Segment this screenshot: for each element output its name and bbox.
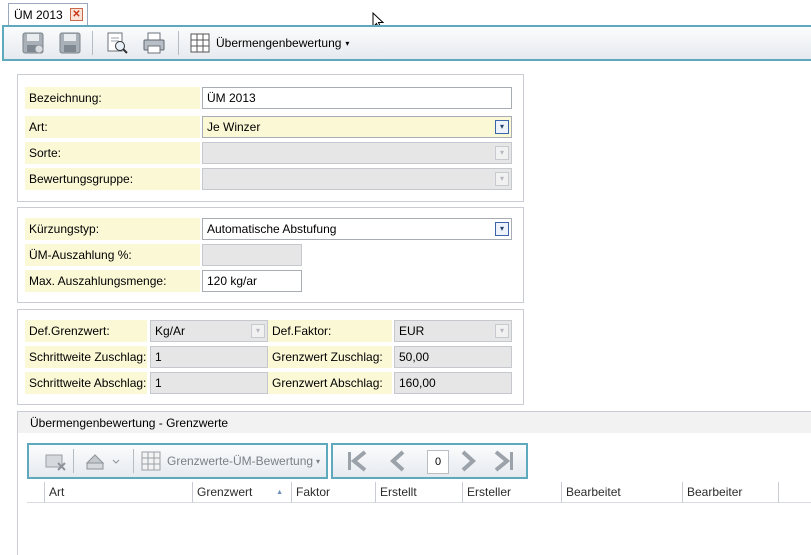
chevron-down-icon: ▾ bbox=[495, 146, 509, 160]
deffaktor-label: Def.Faktor: bbox=[268, 320, 392, 342]
printer-icon[interactable] bbox=[141, 31, 167, 55]
bewertungsgruppe-label: Bewertungsgruppe: bbox=[25, 168, 200, 190]
sw-abschlag-field[interactable]: 1 bbox=[150, 372, 268, 394]
bezeichnung-field[interactable]: ÜM 2013 bbox=[202, 87, 512, 109]
delete-row-icon[interactable] bbox=[43, 449, 69, 473]
column-header-bearbeiter[interactable]: Bearbeiter bbox=[682, 482, 778, 503]
toolbar-separator bbox=[92, 31, 93, 55]
toolbar-separator bbox=[178, 31, 179, 55]
bewertungsgruppe-select[interactable]: ▾ bbox=[202, 168, 512, 190]
column-header-grenzwert[interactable]: Grenzwert ▲ bbox=[192, 482, 291, 503]
kuerzungstyp-label: Kürzungstyp: bbox=[25, 218, 200, 240]
view-menu-label: Übermengenbewertung bbox=[216, 36, 342, 50]
gw-abschlag-field[interactable]: 160,00 bbox=[394, 372, 512, 394]
chevron-down-icon: ▾ bbox=[495, 324, 509, 338]
sw-abschlag-label: Schrittweite Abschlag: bbox=[25, 372, 147, 394]
auszahlung-field[interactable] bbox=[202, 244, 302, 266]
tab-strip: ÜM 2013 ✕ bbox=[0, 0, 811, 30]
chevron-down-icon[interactable]: ▾ bbox=[495, 120, 509, 134]
deffaktor-value: EUR bbox=[399, 324, 425, 338]
previous-page-icon[interactable] bbox=[385, 449, 411, 473]
grid-view-menu-label: Grenzwerte-ÜM-Bewertung bbox=[167, 454, 314, 468]
column-header-faktor[interactable]: Faktor bbox=[291, 482, 375, 503]
sw-zuschlag-label: Schrittweite Zuschlag: bbox=[25, 346, 147, 368]
tab-um-2013[interactable]: ÜM 2013 ✕ bbox=[8, 3, 88, 26]
tab-label: ÜM 2013 bbox=[14, 8, 63, 22]
view-menu-button[interactable]: Übermengenbewertung ▾ bbox=[190, 31, 349, 55]
tab-close-icon[interactable]: ✕ bbox=[70, 8, 83, 21]
toolbar-separator bbox=[133, 449, 134, 473]
column-header-filler bbox=[778, 482, 811, 503]
column-header-ersteller[interactable]: Ersteller bbox=[462, 482, 561, 503]
grid-column-headers: Art Grenzwert ▲ Faktor Erstellt Erstelle… bbox=[27, 482, 811, 503]
column-header-grenzwert-label: Grenzwert bbox=[197, 485, 253, 499]
defgrenzwert-value: Kg/Ar bbox=[155, 324, 186, 338]
main-toolbar: Übermengenbewertung ▾ bbox=[2, 25, 811, 61]
sort-ascending-icon: ▲ bbox=[276, 489, 283, 496]
sorte-label: Sorte: bbox=[25, 142, 200, 164]
deffaktor-select[interactable]: EUR ▾ bbox=[394, 320, 512, 342]
last-page-icon[interactable] bbox=[491, 449, 517, 473]
maxmenge-field[interactable]: 120 kg/ar bbox=[202, 270, 302, 292]
chevron-down-icon: ▾ bbox=[345, 38, 350, 48]
auszahlung-label: ÜM-Auszahlung %: bbox=[25, 244, 200, 266]
grid-view-menu-button[interactable]: Grenzwerte-ÜM-Bewertung ▾ bbox=[141, 449, 320, 473]
sorte-select[interactable]: ▾ bbox=[202, 142, 512, 164]
gw-zuschlag-field[interactable]: 50,00 bbox=[394, 346, 512, 368]
maxmenge-label: Max. Auszahlungsmenge: bbox=[25, 270, 200, 292]
export-icon[interactable] bbox=[83, 449, 123, 473]
first-page-icon[interactable] bbox=[345, 449, 371, 473]
bezeichnung-label: Bezeichnung: bbox=[25, 87, 200, 109]
sw-zuschlag-field[interactable]: 1 bbox=[150, 346, 268, 368]
column-header-art[interactable]: Art bbox=[44, 482, 192, 503]
print-preview-icon[interactable] bbox=[104, 31, 130, 55]
next-page-icon[interactable] bbox=[455, 449, 481, 473]
kuerzungstyp-value: Automatische Abstufung bbox=[207, 222, 337, 236]
save-close-disk-icon[interactable] bbox=[57, 31, 83, 55]
grid-icon bbox=[190, 33, 210, 53]
grid-icon bbox=[141, 451, 161, 471]
chevron-down-icon: ▾ bbox=[251, 324, 265, 338]
column-header-bearbeitet[interactable]: Bearbeitet bbox=[561, 482, 682, 503]
gw-abschlag-label: Grenzwert Abschlag: bbox=[268, 372, 392, 394]
kuerzungstyp-select[interactable]: Automatische Abstufung ▾ bbox=[202, 218, 512, 240]
defgrenzwert-label: Def.Grenzwert: bbox=[25, 320, 147, 342]
art-value: Je Winzer bbox=[207, 120, 261, 134]
toolbar-separator bbox=[73, 449, 74, 473]
defgrenzwert-select[interactable]: Kg/Ar ▾ bbox=[150, 320, 268, 342]
art-select[interactable]: Je Winzer ▾ bbox=[202, 116, 512, 138]
art-label: Art: bbox=[25, 116, 200, 138]
save-disk-icon[interactable] bbox=[20, 31, 46, 55]
grid-section-title: Übermengenbewertung - Grenzwerte bbox=[17, 411, 811, 433]
chevron-down-icon[interactable]: ▾ bbox=[495, 222, 509, 236]
grid-toolbar: Grenzwerte-ÜM-Bewertung ▾ bbox=[27, 443, 328, 479]
page-number-field[interactable]: 0 bbox=[427, 450, 449, 474]
pager-toolbar: 0 bbox=[331, 443, 528, 479]
chevron-down-icon: ▾ bbox=[495, 172, 509, 186]
gw-zuschlag-label: Grenzwert Zuschlag: bbox=[268, 346, 392, 368]
chevron-down-icon: ▾ bbox=[316, 456, 321, 466]
column-header-erstellt[interactable]: Erstellt bbox=[375, 482, 462, 503]
